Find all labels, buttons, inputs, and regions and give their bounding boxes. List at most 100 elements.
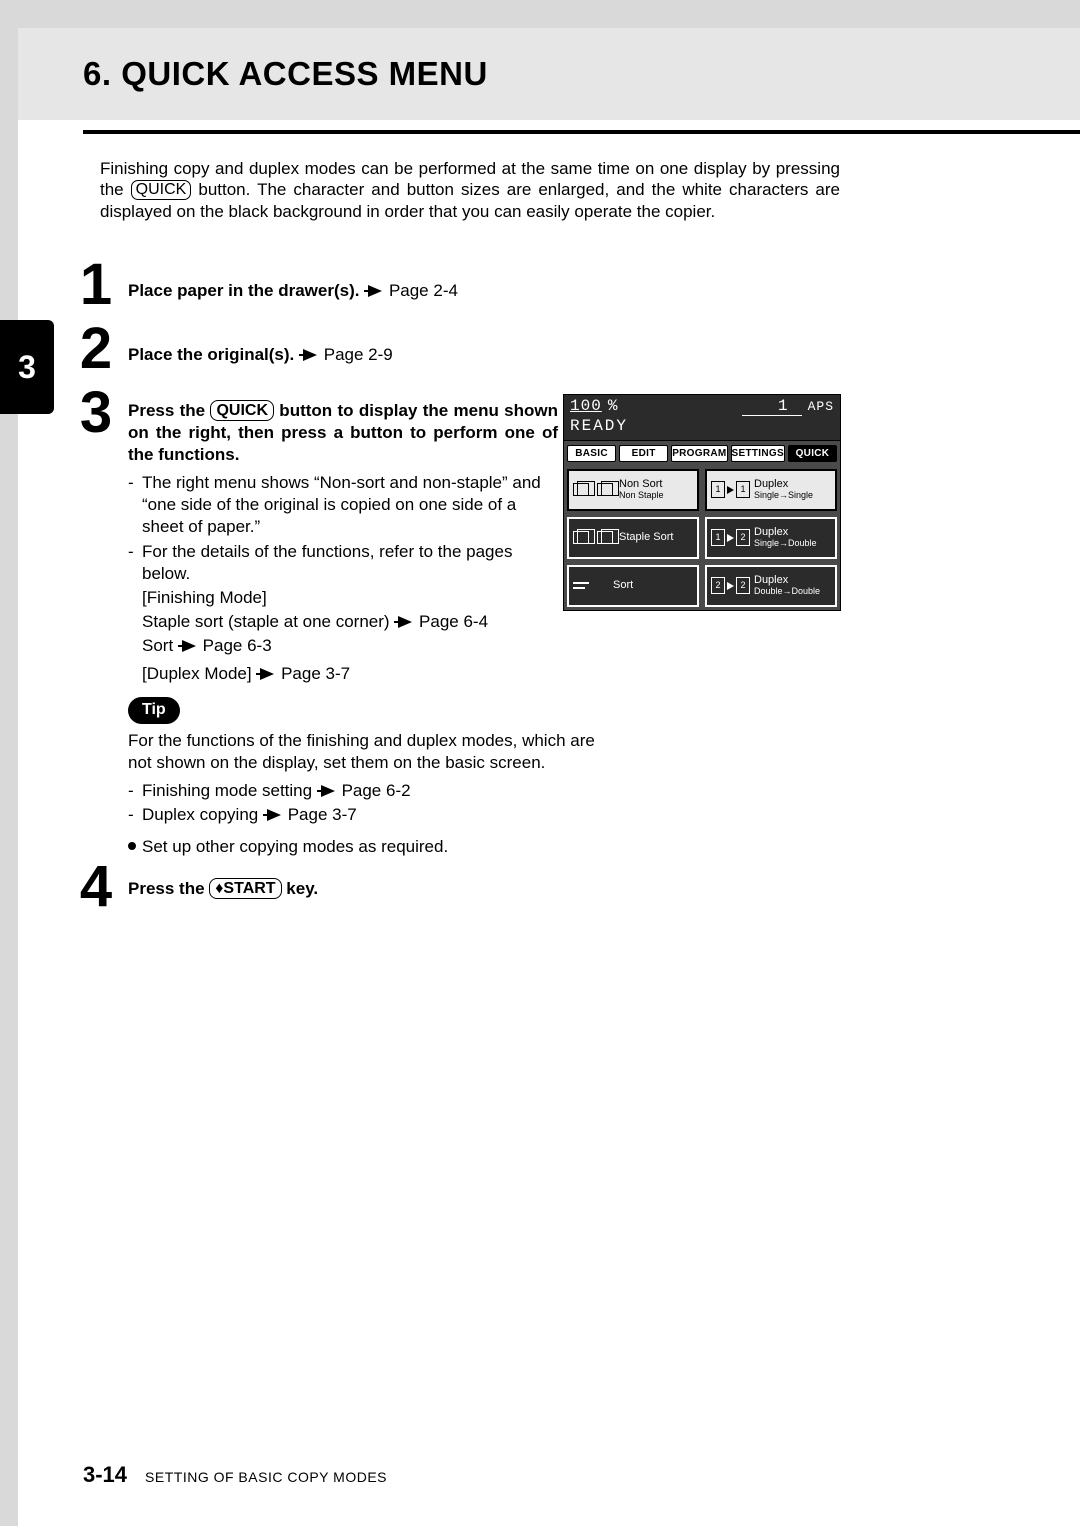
lcd-c20: Sort (613, 580, 633, 592)
arrow-icon (727, 534, 734, 542)
tip-bullet: Set up other copying modes as required. (142, 837, 448, 856)
lcd-btn-sort[interactable]: Sort (567, 565, 699, 607)
tip-dash1-ref: Page 6-2 (342, 781, 411, 800)
lcd-tab-quick[interactable]: QUICK (788, 445, 837, 462)
arrow-icon (260, 668, 274, 680)
tip-text: For the functions of the finishing and d… (128, 730, 598, 774)
lcd-display: 100 % 1 APS READY BASIC EDIT PROGRAM SET… (563, 394, 841, 611)
lcd-copy-count: 1 (742, 398, 802, 416)
lcd-c11a: Duplex (754, 526, 788, 538)
finishing-mode-label: [Finishing Mode] (142, 587, 558, 609)
lcd-c00b: Non Staple (619, 491, 664, 500)
header-rule (83, 130, 1080, 134)
step3-dash1: The right menu shows “Non-sort and non-s… (142, 472, 558, 538)
lcd-zoom-value: 100 (570, 398, 602, 415)
tip-badge: Tip (128, 697, 180, 724)
step3-details: -The right menu shows “Non-sort and non-… (128, 472, 558, 685)
lcd-tab-basic[interactable]: BASIC (567, 445, 616, 462)
start-key-label: ♦START (209, 878, 281, 899)
staple-sort-ref: Page 6-4 (419, 612, 488, 631)
margin-top (0, 0, 1080, 28)
bullet-icon (128, 842, 136, 850)
lcd-percent-sign: % (608, 398, 618, 415)
chapter-number: 3 (18, 349, 36, 386)
arrow-icon (727, 582, 734, 590)
section-header: 6. QUICK ACCESS MENU (18, 28, 1080, 120)
arrow-icon (303, 349, 317, 361)
lcd-c21b: Double→Double (754, 587, 820, 596)
page-icon: 1 (736, 481, 750, 498)
step2-ref: Page 2-9 (324, 345, 393, 364)
lcd-btn-nonsort[interactable]: Non SortNon Staple (567, 469, 699, 511)
step4-text-b: key. (282, 879, 319, 898)
manual-page: 6. QUICK ACCESS MENU Finishing copy and … (0, 0, 1080, 1526)
step3-heading: Press the QUICK button to display the me… (128, 400, 558, 466)
sort-icon (573, 580, 589, 592)
step-number: 4 (68, 858, 124, 916)
step-4: 4 Press the ♦START key. (68, 864, 848, 900)
quick-button-label: QUICK (131, 180, 192, 200)
duplex-mode-label: [Duplex Mode] (142, 664, 252, 683)
lcd-c00a: Non Sort (619, 478, 662, 490)
lcd-c01a: Duplex (754, 478, 788, 490)
page-icon: 2 (711, 577, 725, 594)
step3-dash2: For the details of the functions, refer … (142, 541, 558, 585)
lcd-btn-duplex-sd[interactable]: 1 2 DuplexSingle→Double (705, 517, 837, 559)
step-number: 3 (68, 384, 124, 442)
arrow-icon (727, 486, 734, 494)
lcd-c01b: Single→Single (754, 491, 813, 500)
sort-ref: Page 6-3 (203, 636, 272, 655)
stack-icon (597, 483, 613, 496)
lcd-tab-program[interactable]: PROGRAM (671, 445, 727, 462)
intro-paragraph: Finishing copy and duplex modes can be p… (100, 158, 840, 222)
step2-text: Place the original(s). (128, 345, 294, 364)
tip-dash1: Finishing mode setting (142, 781, 312, 800)
page-icon: 1 (711, 529, 725, 546)
lcd-c11b: Single→Double (754, 539, 817, 548)
arrow-icon (267, 809, 281, 821)
lcd-button-grid: Non SortNon Staple 1 1 DuplexSingle→Sing… (563, 466, 841, 611)
step4-text-a: Press the (128, 879, 209, 898)
step-number: 1 (68, 256, 124, 314)
step1-ref: Page 2-4 (389, 281, 458, 300)
section-title: 6. QUICK ACCESS MENU (18, 55, 488, 93)
step1-text: Place paper in the drawer(s). (128, 281, 359, 300)
lcd-status-bar: 100 % 1 APS READY (563, 394, 841, 441)
lcd-btn-staplesort[interactable]: Staple Sort (567, 517, 699, 559)
page-icon: 2 (736, 529, 750, 546)
stack-icon (573, 483, 589, 496)
chapter-tab: 3 (0, 320, 54, 414)
intro-text-b: button. The character and button sizes a… (100, 180, 840, 220)
lcd-ready-label: READY (570, 418, 834, 435)
tip-dash2-ref: Page 3-7 (288, 805, 357, 824)
lcd-btn-duplex-ss[interactable]: 1 1 DuplexSingle→Single (705, 469, 837, 511)
lcd-tab-edit[interactable]: EDIT (619, 445, 668, 462)
arrow-icon (368, 285, 382, 297)
lcd-aps-label: APS (808, 400, 834, 414)
step3-text-a: Press the (128, 401, 210, 420)
duplex-mode-ref: Page 3-7 (281, 664, 350, 683)
margin-left (0, 0, 18, 1526)
arrow-icon (321, 785, 335, 797)
step-number: 2 (68, 320, 124, 378)
arrow-icon (182, 640, 196, 652)
stack-icon (597, 531, 613, 544)
lcd-c21a: Duplex (754, 574, 788, 586)
lcd-btn-duplex-dd[interactable]: 2 2 DuplexDouble→Double (705, 565, 837, 607)
lcd-tab-row: BASIC EDIT PROGRAM SETTINGS QUICK (563, 441, 841, 466)
page-number: 3-14 (83, 1462, 127, 1488)
arrow-icon (398, 616, 412, 628)
sort-text: Sort (142, 636, 173, 655)
page-icon: 2 (736, 577, 750, 594)
quick-button-label: QUICK (210, 400, 274, 421)
page-icon: 1 (711, 481, 725, 498)
lcd-tab-settings[interactable]: SETTINGS (731, 445, 785, 462)
page-footer: 3-14 SETTING OF BASIC COPY MODES (83, 1462, 387, 1488)
staple-sort-text: Staple sort (staple at one corner) (142, 612, 390, 631)
step-1: 1 Place paper in the drawer(s). Page 2-4 (68, 262, 848, 320)
stack-icon (573, 531, 589, 544)
tip-dash2: Duplex copying (142, 805, 258, 824)
step-2: 2 Place the original(s). Page 2-9 (68, 326, 848, 384)
lcd-c10: Staple Sort (619, 532, 673, 544)
footer-section-label: SETTING OF BASIC COPY MODES (145, 1469, 387, 1485)
